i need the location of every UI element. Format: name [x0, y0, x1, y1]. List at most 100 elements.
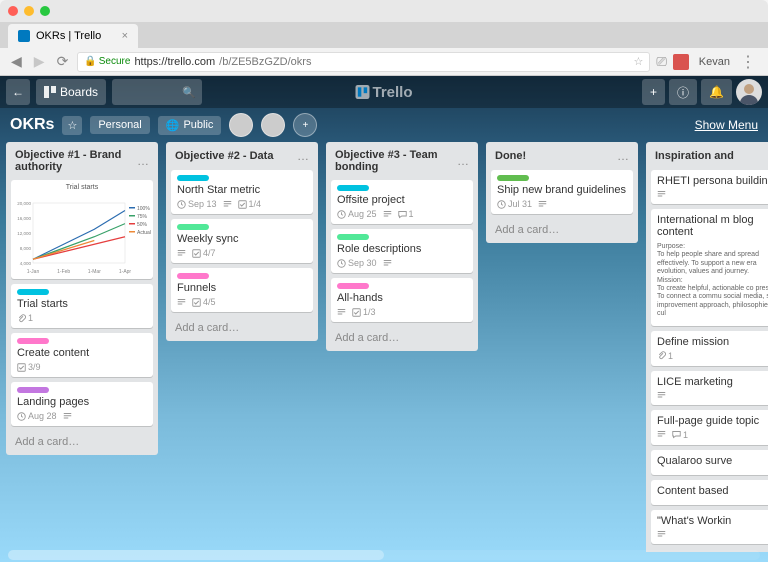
comments-badge: 1	[398, 209, 414, 219]
list-title[interactable]: Objective #1 - Brand authority	[15, 149, 137, 173]
card[interactable]: Trial starts 1	[11, 284, 153, 328]
card[interactable]: All-hands 1/3	[331, 278, 473, 322]
board-member-avatar[interactable]	[261, 113, 285, 137]
list-menu-icon[interactable]: …	[297, 149, 309, 163]
nav-reload-icon[interactable]: ⟳	[54, 53, 72, 70]
description-badge	[177, 249, 186, 258]
search-icon: 🔍	[182, 86, 196, 99]
boards-label: Boards	[60, 85, 98, 99]
list-title[interactable]: Objective #2 - Data	[175, 150, 297, 162]
due-badge: Jul 31	[497, 199, 532, 209]
card[interactable]: Create content 3/9	[11, 333, 153, 377]
notifications-button[interactable]: 🔔	[701, 79, 732, 105]
card[interactable]: Funnels 4/5	[171, 268, 313, 312]
maximize-window-button[interactable]	[40, 6, 50, 16]
list-title[interactable]: Objective #3 - Team bonding	[335, 149, 457, 173]
scrollbar-thumb[interactable]	[8, 550, 384, 560]
nav-back-icon[interactable]: ◀	[8, 53, 25, 70]
lists-container[interactable]: Objective #1 - Brand authority … Trial s…	[0, 142, 768, 552]
list-title[interactable]: Inspiration and	[655, 150, 768, 162]
checklist-badge: 4/7	[192, 248, 216, 258]
board-member-avatar[interactable]	[229, 113, 253, 137]
address-bar[interactable]: 🔒 Secure https://trello.com/b/ZE5BzGZD/o…	[77, 52, 650, 72]
board-name[interactable]: OKRs	[10, 116, 54, 134]
list-menu-icon[interactable]: …	[137, 154, 149, 168]
create-button[interactable]: +	[642, 79, 665, 105]
cast-icon[interactable]: ⎚	[656, 54, 666, 70]
card-badges: Aug 28	[17, 411, 147, 421]
card-title: Ship new brand guidelines	[497, 184, 627, 196]
minimize-window-button[interactable]	[24, 6, 34, 16]
trello-global-header: ← Boards 🔍 Trello + ⓘ 🔔	[0, 76, 768, 108]
nav-forward-icon: ▶	[31, 53, 48, 70]
add-card-button[interactable]: Add a card…	[171, 317, 313, 339]
browser-profile-label[interactable]: Kevan	[699, 56, 730, 68]
board-background: ← Boards 🔍 Trello + ⓘ 🔔 OKRs ☆ Personal …	[0, 76, 768, 562]
add-card-button[interactable]: Add a card…	[11, 431, 153, 453]
description-badge	[383, 259, 392, 268]
card-title: Offsite project	[337, 194, 467, 206]
card[interactable]: Offsite project Aug 25 1	[331, 180, 473, 224]
browser-tab[interactable]: OKRs | Trello ×	[8, 24, 138, 48]
add-card-button[interactable]: Add a card…	[331, 327, 473, 349]
card[interactable]: Role descriptions Sep 30	[331, 229, 473, 273]
url-path: /b/ZE5BzGZD/okrs	[219, 56, 311, 68]
card-title: RHETI persona building	[657, 175, 768, 187]
card[interactable]: Define mission 1	[651, 331, 768, 366]
team-pill[interactable]: Personal	[90, 116, 149, 134]
card-title: International m blog content	[657, 214, 768, 238]
card[interactable]: Full-page guide topic 1	[651, 410, 768, 445]
svg-text:16,000: 16,000	[17, 216, 31, 221]
extension-pocket-icon[interactable]	[673, 54, 689, 70]
card-chart[interactable]: Trial starts 4,0008,00012,00016,00020,00…	[11, 180, 153, 279]
user-avatar[interactable]	[736, 79, 762, 105]
boards-button[interactable]: Boards	[36, 79, 106, 105]
card-title: Create content	[17, 347, 147, 359]
trello-logo[interactable]: Trello	[355, 84, 412, 101]
close-tab-icon[interactable]: ×	[122, 30, 128, 42]
browser-toolbar: ◀ ▶ ⟳ 🔒 Secure https://trello.com/b/ZE5B…	[0, 48, 768, 76]
svg-text:Actual: Actual	[137, 230, 151, 236]
card-badges: Aug 25 1	[337, 209, 467, 219]
description-badge	[223, 200, 232, 209]
list-menu-icon[interactable]: …	[457, 154, 469, 168]
info-button[interactable]: ⓘ	[669, 79, 697, 105]
star-board-button[interactable]: ☆	[62, 116, 82, 135]
visibility-pill[interactable]: 🌐 Public	[158, 116, 222, 135]
list-menu-icon[interactable]: …	[617, 149, 629, 163]
card-title: Landing pages	[17, 396, 147, 408]
card-title: Trial starts	[17, 298, 147, 310]
add-card-button[interactable]: Add a card…	[491, 219, 633, 241]
card[interactable]: International m blog contentPurpose:To h…	[651, 209, 768, 326]
card[interactable]: North Star metric Sep 13 1/4	[171, 170, 313, 214]
favicon-trello	[18, 30, 30, 42]
bookmark-star-icon[interactable]: ☆	[634, 55, 644, 68]
card[interactable]: RHETI persona building	[651, 170, 768, 204]
add-member-button[interactable]: +	[293, 113, 317, 137]
card[interactable]: Ship new brand guidelines Jul 31	[491, 170, 633, 214]
card-badges: Jul 31	[497, 199, 627, 209]
card-label	[177, 273, 209, 279]
card[interactable]: Weekly sync 4/7	[171, 219, 313, 263]
attachment-badge: 1	[657, 351, 673, 361]
browser-tab-strip: OKRs | Trello ×	[0, 22, 768, 48]
browser-menu-icon[interactable]: ⋮	[736, 52, 760, 72]
card[interactable]: "What's Workin	[651, 510, 768, 544]
svg-text:1-Feb: 1-Feb	[57, 269, 70, 275]
close-window-button[interactable]	[8, 6, 18, 16]
card-badges: 1/3	[337, 307, 467, 317]
card-title: Funnels	[177, 282, 307, 294]
comments-badge: 1	[672, 430, 688, 440]
card-label	[337, 234, 369, 240]
description-badge	[337, 308, 346, 317]
show-menu-button[interactable]: Show Menu	[695, 118, 758, 132]
search-input[interactable]: 🔍	[112, 79, 202, 105]
horizontal-scrollbar[interactable]	[8, 550, 760, 560]
card[interactable]: LICE marketing	[651, 371, 768, 405]
card[interactable]: Qualaroo surve	[651, 450, 768, 475]
card[interactable]: Landing pages Aug 28	[11, 382, 153, 426]
card-label	[177, 175, 209, 181]
card[interactable]: Content based	[651, 480, 768, 505]
list-title[interactable]: Done!	[495, 150, 617, 162]
back-button[interactable]: ←	[6, 79, 30, 105]
